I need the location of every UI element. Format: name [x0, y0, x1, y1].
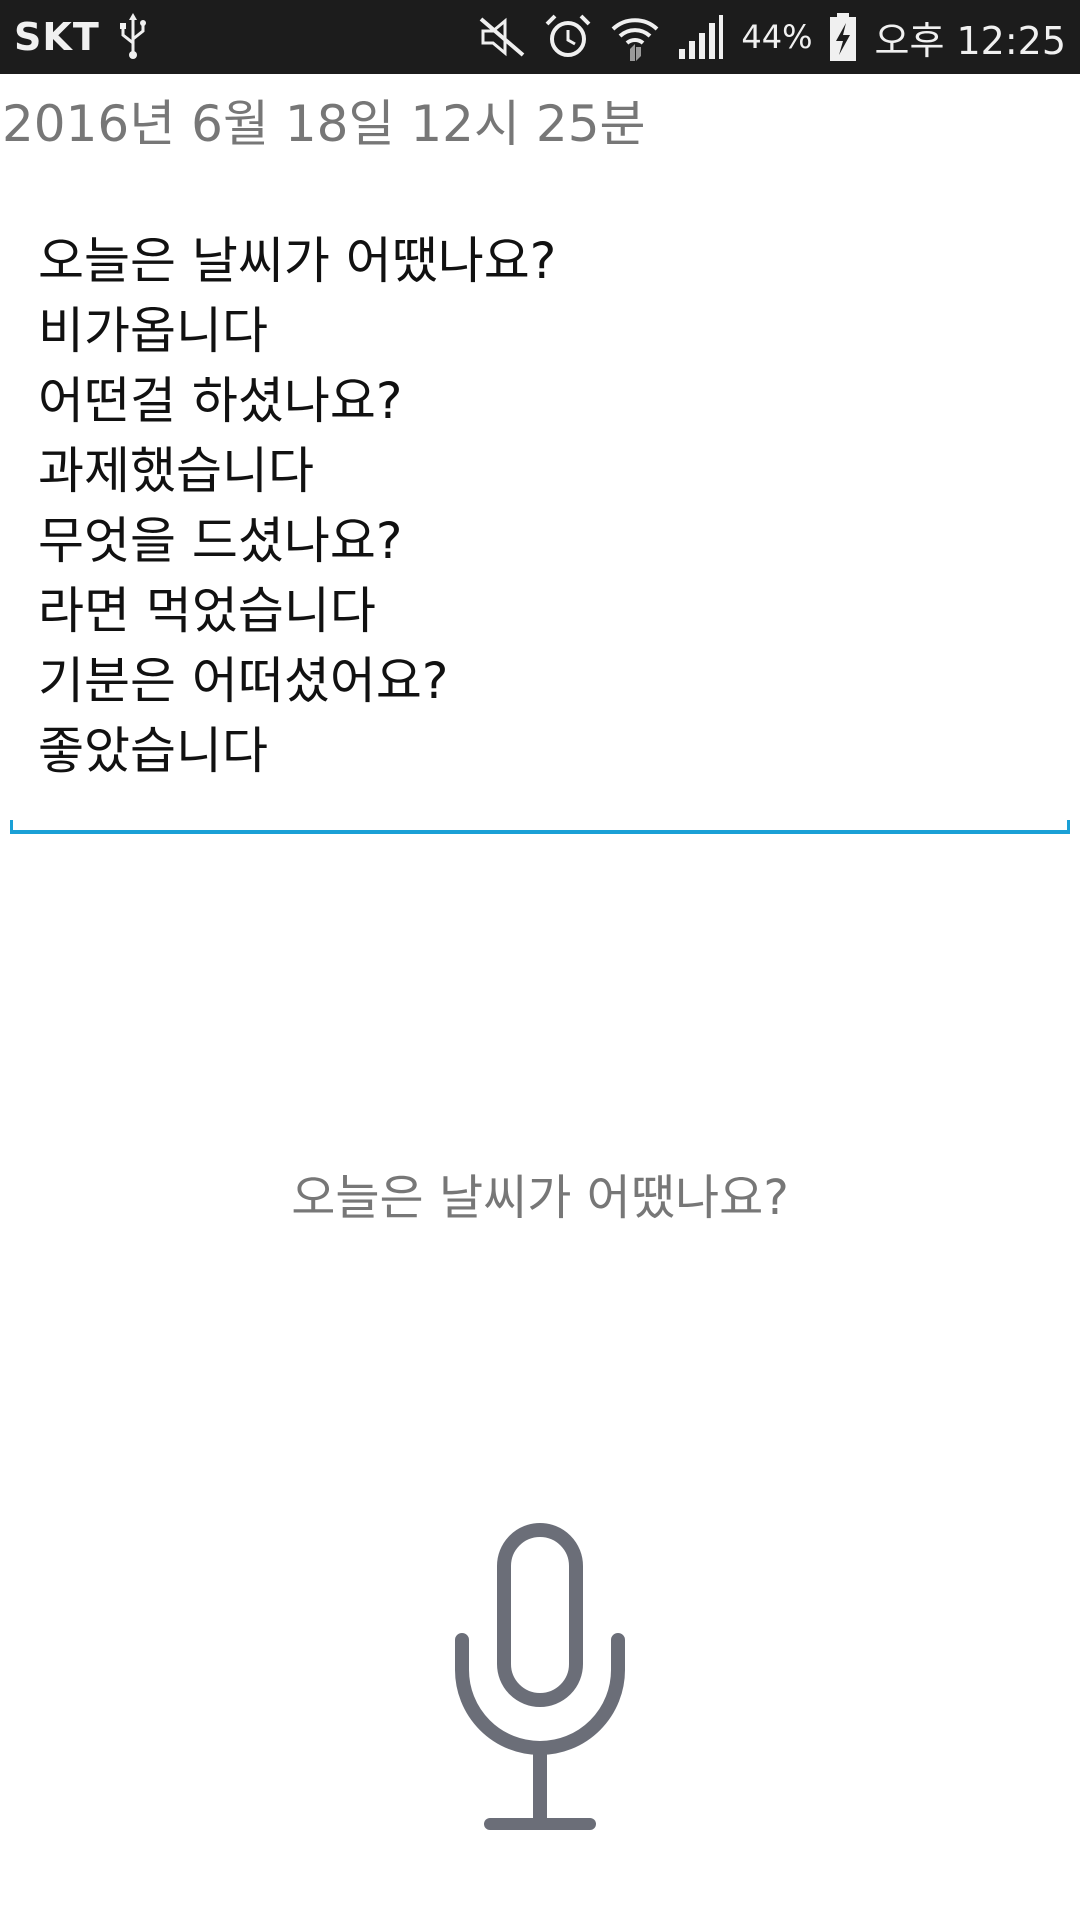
clock: 오후 12:25 — [874, 18, 1066, 63]
alarm-icon — [543, 12, 593, 62]
voice-prompt-question: 오늘은 날씨가 어땠나요? — [291, 1170, 789, 1226]
conversation-line: 비가옵니다 — [38, 302, 268, 360]
text-field-underline[interactable] — [10, 820, 1070, 834]
mute-icon — [477, 15, 527, 59]
status-bar: SKT 44% 오후 12:25 — [0, 0, 1080, 74]
conversation-log: 오늘은 날씨가 어땠나요? 비가옵니다 어떤걸 하셨나요? 과제했습니다 무엇을… — [38, 226, 556, 786]
usb-icon — [118, 13, 148, 61]
battery-charging-icon — [828, 11, 858, 63]
signal-icon — [677, 13, 725, 61]
conversation-line: 과제했습니다 — [38, 442, 314, 500]
microphone-button[interactable] — [440, 1520, 640, 1840]
diary-date: 2016년 6월 18일 12시 25분 — [2, 95, 646, 153]
conversation-line: 무엇을 드셨나요? — [38, 512, 403, 570]
conversation-line: 좋았습니다 — [38, 722, 268, 780]
wifi-icon — [609, 11, 661, 63]
conversation-line: 기분은 어떠셨어요? — [38, 652, 449, 710]
conversation-line: 오늘은 날씨가 어땠나요? — [38, 232, 557, 290]
microphone-icon — [455, 1523, 625, 1830]
conversation-line: 어떤걸 하셨나요? — [38, 372, 403, 430]
battery-percent: 44% — [741, 18, 813, 56]
carrier-label: SKT — [14, 15, 100, 59]
conversation-line: 라면 먹었습니다 — [38, 582, 376, 640]
